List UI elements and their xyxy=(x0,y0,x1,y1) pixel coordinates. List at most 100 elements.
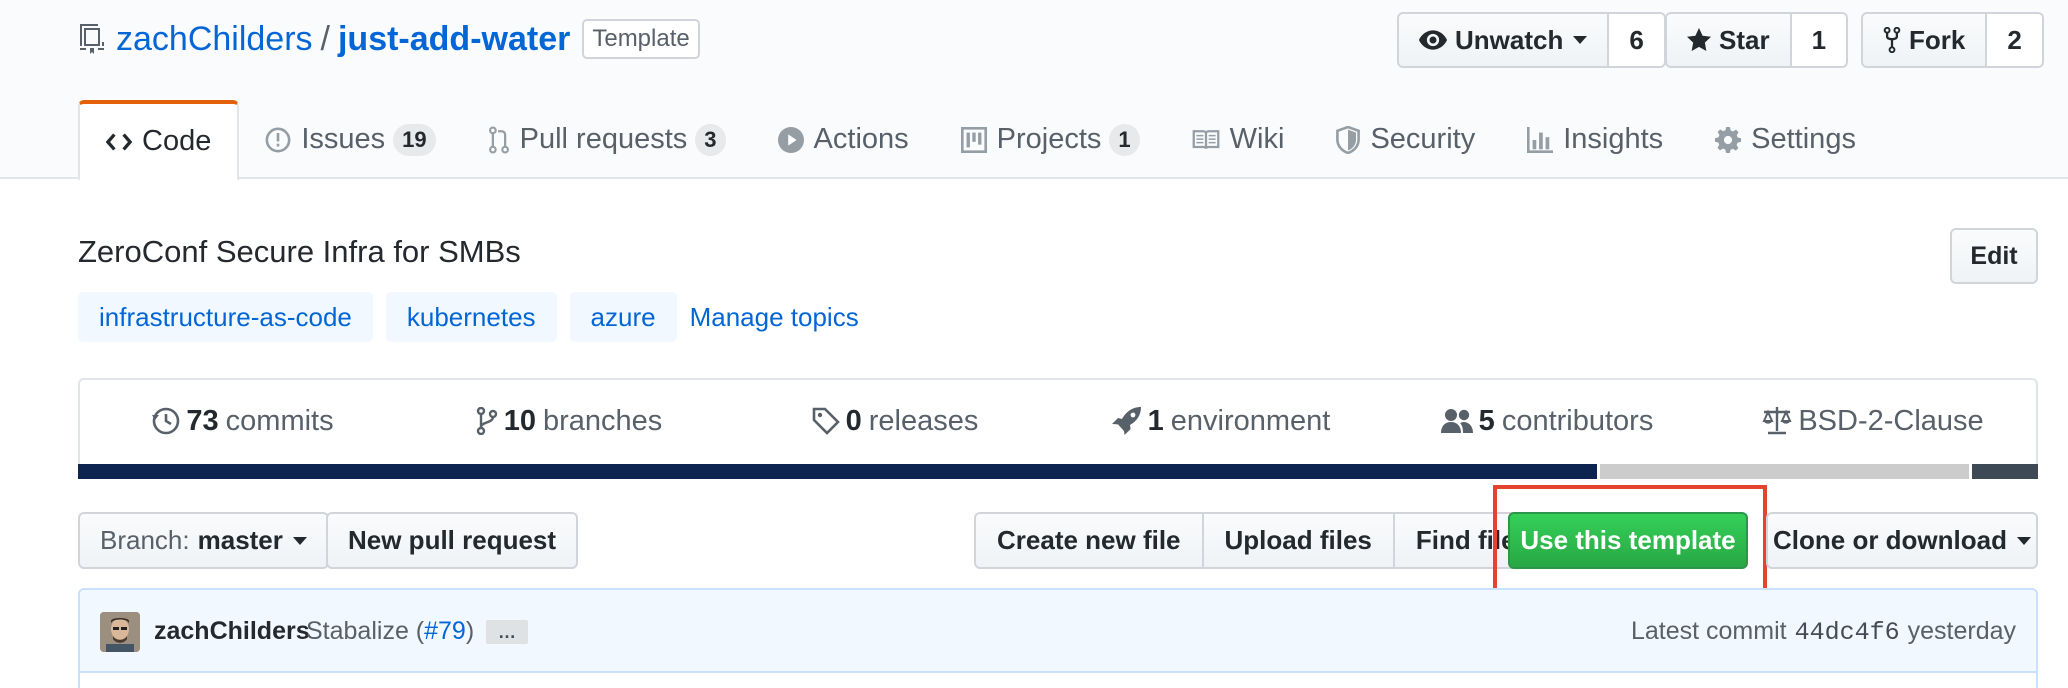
star-group: Star 1 xyxy=(1665,12,1849,68)
commit-time: yesterday xyxy=(1907,617,2016,645)
commit-message-end: ) xyxy=(465,617,475,645)
branches-link[interactable]: 10 branches xyxy=(406,405,732,438)
commit-pr-link[interactable]: #79 xyxy=(424,617,466,645)
license-label: BSD-2-Clause xyxy=(1798,404,1984,437)
tab-security[interactable]: Security xyxy=(1310,100,1501,179)
project-icon xyxy=(960,126,987,153)
repo-template-icon xyxy=(78,22,106,56)
unwatch-label: Unwatch xyxy=(1455,24,1564,55)
environments-link[interactable]: 1 environment xyxy=(1058,405,1384,438)
tab-label: Issues xyxy=(301,123,386,155)
tab-label: Wiki xyxy=(1229,123,1285,155)
branch-prefix: Branch: xyxy=(100,525,190,555)
contributors-link[interactable]: 5 contributors xyxy=(1384,405,1710,438)
history-icon xyxy=(152,407,180,435)
branch-select-button[interactable]: Branch: master xyxy=(78,512,329,569)
eye-icon xyxy=(1419,30,1447,50)
tab-insights[interactable]: Insights xyxy=(1501,100,1689,179)
commits-count: 73 xyxy=(186,404,219,437)
fork-icon xyxy=(1883,27,1901,53)
unwatch-button[interactable]: Unwatch xyxy=(1397,12,1610,68)
environments-label: environment xyxy=(1170,404,1331,437)
repo-title: zachChilders / just-add-water Template xyxy=(78,16,700,62)
commits-label: commits xyxy=(225,404,334,437)
tab-label: Security xyxy=(1370,123,1476,155)
tab-pull-requests[interactable]: Pull requests 3 xyxy=(462,100,752,179)
branches-count: 10 xyxy=(503,404,536,437)
language-segment[interactable] xyxy=(1969,464,2038,479)
play-icon xyxy=(777,126,804,153)
star-label: Star xyxy=(1719,24,1770,55)
tab-settings[interactable]: Settings xyxy=(1689,100,1882,179)
star-button[interactable]: Star xyxy=(1665,12,1792,68)
releases-count: 0 xyxy=(845,404,862,437)
repo-nav-tabs: Code Issues 19 Pull requests 3 Actions P… xyxy=(78,100,1882,181)
people-icon xyxy=(1440,409,1473,433)
rocket-icon xyxy=(1111,407,1141,435)
topic-tag[interactable]: azure xyxy=(569,292,677,342)
chevron-down-icon xyxy=(2017,536,2031,545)
file-actions-group: Create new file Upload files Find file xyxy=(974,512,1539,569)
topic-tag[interactable]: kubernetes xyxy=(385,292,557,342)
commit-sha-link[interactable]: 44dc4f6 xyxy=(1795,618,1900,647)
annotation-highlight-box xyxy=(1493,485,1767,602)
edit-description-button[interactable]: Edit xyxy=(1950,228,2038,284)
clone-or-download-button[interactable]: Clone or download xyxy=(1766,512,2038,569)
commit-author-link[interactable]: zachChilders xyxy=(154,617,310,646)
create-new-file-button[interactable]: Create new file xyxy=(974,512,1204,569)
shield-icon xyxy=(1336,125,1361,154)
tab-actions[interactable]: Actions xyxy=(752,100,935,179)
fork-button[interactable]: Fork xyxy=(1861,12,1988,68)
file-list-box xyxy=(78,673,2038,688)
tab-label: Pull requests xyxy=(519,123,688,155)
repo-owner-link[interactable]: zachChilders xyxy=(116,20,313,59)
tab-code[interactable]: Code xyxy=(78,100,240,181)
law-icon xyxy=(1762,407,1792,435)
watchers-count[interactable]: 6 xyxy=(1609,12,1666,68)
tab-projects[interactable]: Projects 1 xyxy=(935,100,1166,179)
upload-files-button[interactable]: Upload files xyxy=(1201,512,1395,569)
tab-wiki[interactable]: Wiki xyxy=(1166,100,1311,179)
latest-commit-bar: zachChilders Stabalize (#79) … Latest co… xyxy=(78,588,2038,673)
language-bar[interactable] xyxy=(78,464,2038,479)
numbers-summary: 73 commits 10 branches 0 releases 1 envi… xyxy=(78,378,2038,479)
pull-request-icon xyxy=(488,126,509,153)
tab-label: Code xyxy=(142,125,212,157)
gear-icon xyxy=(1715,126,1742,153)
manage-topics-link[interactable]: Manage topics xyxy=(690,302,859,333)
graph-icon xyxy=(1527,126,1554,153)
watch-group: Unwatch 6 xyxy=(1397,12,1666,68)
clone-label: Clone or download xyxy=(1773,525,2007,555)
branch-name: master xyxy=(197,525,283,555)
code-icon xyxy=(106,132,132,151)
latest-commit-info: Latest commit 44dc4f6 yesterday xyxy=(1631,617,2016,647)
chevron-down-icon xyxy=(1573,36,1588,44)
tab-issues[interactable]: Issues 19 xyxy=(239,100,461,179)
tab-label: Projects xyxy=(996,123,1102,155)
contributors-count: 5 xyxy=(1478,404,1495,437)
repo-header: zachChilders / just-add-water Template U… xyxy=(0,0,2068,181)
releases-link[interactable]: 0 releases xyxy=(732,405,1058,438)
issues-counter: 19 xyxy=(393,123,436,156)
branch-icon xyxy=(476,407,497,435)
license-link[interactable]: BSD-2-Clause xyxy=(1710,405,2036,438)
topic-tag[interactable]: infrastructure-as-code xyxy=(78,292,373,342)
language-segment[interactable] xyxy=(78,464,1597,479)
path-separator: / xyxy=(320,19,330,58)
topics-list: infrastructure-as-code kubernetes azure … xyxy=(78,292,859,342)
releases-label: releases xyxy=(868,404,979,437)
tab-label: Insights xyxy=(1563,123,1664,155)
new-pull-request-button[interactable]: New pull request xyxy=(326,512,579,569)
repo-name-link[interactable]: just-add-water xyxy=(338,20,570,59)
tab-label: Settings xyxy=(1751,123,1856,155)
language-segment[interactable] xyxy=(1597,464,1970,479)
tag-icon xyxy=(812,407,840,435)
expand-commit-message-button[interactable]: … xyxy=(486,620,528,644)
forks-count[interactable]: 2 xyxy=(1987,12,2044,68)
template-badge: Template xyxy=(582,19,700,59)
branches-label: branches xyxy=(542,404,663,437)
stars-count[interactable]: 1 xyxy=(1791,12,1849,68)
avatar[interactable] xyxy=(100,612,140,652)
commit-message: Stabalize (#79) xyxy=(306,617,474,646)
commits-link[interactable]: 73 commits xyxy=(80,405,406,438)
